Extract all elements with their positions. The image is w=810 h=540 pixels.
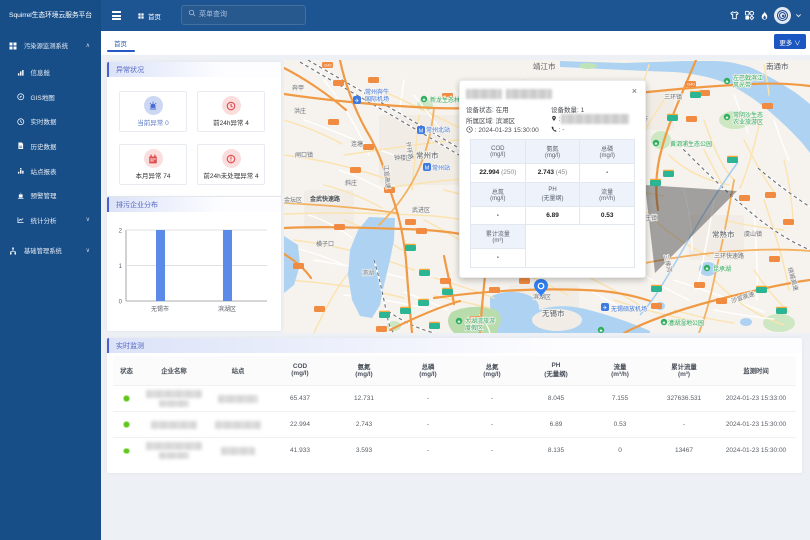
svg-text:常阴沙生态: 常阴沙生态 <box>733 111 763 119</box>
svg-text:♣: ♣ <box>706 266 709 271</box>
svg-text:横子口: 横子口 <box>316 240 334 248</box>
svg-text:♣: ♣ <box>600 328 603 333</box>
svg-text:M: M <box>419 129 424 135</box>
svg-text:国际机场: 国际机场 <box>365 95 389 103</box>
svg-text:♣: ♣ <box>458 319 461 324</box>
svg-text:斜庄: 斜庄 <box>345 179 357 187</box>
svg-text:虞山镇: 虞山镇 <box>744 230 762 238</box>
svg-text:无锡硕放机场: 无锡硕放机场 <box>611 305 647 313</box>
svg-text:G42: G42 <box>324 63 332 68</box>
svg-text:昆承湖: 昆承湖 <box>713 265 731 273</box>
svg-text:✈: ✈ <box>603 305 608 312</box>
svg-text:滆湖: 滆湖 <box>362 269 374 277</box>
svg-text:♣: ♣ <box>726 79 729 84</box>
svg-text:金武快速路: 金武快速路 <box>309 195 341 203</box>
svg-text:金坛区: 金坛区 <box>284 196 302 204</box>
svg-text:三环快速路: 三环快速路 <box>714 252 744 260</box>
svg-text:大湖湾旅游: 大湖湾旅游 <box>465 317 495 325</box>
svg-text:风光带: 风光带 <box>733 81 751 89</box>
svg-text:靖江市: 靖江市 <box>533 61 556 71</box>
svg-text:黄泗浦生态公园: 黄泗浦生态公园 <box>670 140 712 148</box>
svg-text:♣: ♣ <box>423 97 426 102</box>
svg-text:常熟市: 常熟市 <box>712 229 735 239</box>
svg-text:✈: ✈ <box>355 98 360 105</box>
svg-text:左巴戟滨江: 左巴戟滨江 <box>733 74 763 82</box>
svg-text:0: 0 <box>119 300 123 306</box>
svg-text:♣: ♣ <box>663 320 666 325</box>
svg-text:♣: ♣ <box>655 141 658 146</box>
svg-text:常州站: 常州站 <box>432 164 450 172</box>
svg-text:新龙生态林: 新龙生态林 <box>430 96 460 104</box>
svg-text:度假区: 度假区 <box>465 324 483 332</box>
svg-text:农业旅游区: 农业旅游区 <box>733 118 763 126</box>
svg-text:无锡市: 无锡市 <box>151 305 169 313</box>
svg-text:闸口镇: 闸口镇 <box>295 151 313 159</box>
svg-text:武进区: 武进区 <box>412 206 430 214</box>
svg-text:三环镇: 三环镇 <box>664 93 682 101</box>
svg-text:G40: G40 <box>687 82 695 87</box>
svg-text:奔甲: 奔甲 <box>292 84 304 92</box>
svg-text:南通市: 南通市 <box>766 61 789 71</box>
svg-text:常州北站: 常州北站 <box>426 126 450 134</box>
svg-text:洪庄: 洪庄 <box>294 107 306 115</box>
svg-text:常州奔牛: 常州奔牛 <box>365 88 389 96</box>
svg-text:漕湖湿地公园: 漕湖湿地公园 <box>668 319 704 327</box>
svg-text:♣: ♣ <box>726 115 729 120</box>
svg-text:2: 2 <box>119 229 123 235</box>
svg-text:M: M <box>425 166 430 172</box>
svg-text:无锡市: 无锡市 <box>542 308 565 318</box>
svg-text:常州市: 常州市 <box>416 150 439 160</box>
svg-text:连塘: 连塘 <box>351 140 363 148</box>
svg-text:1: 1 <box>119 264 123 270</box>
svg-text:滨湖区: 滨湖区 <box>218 305 236 313</box>
